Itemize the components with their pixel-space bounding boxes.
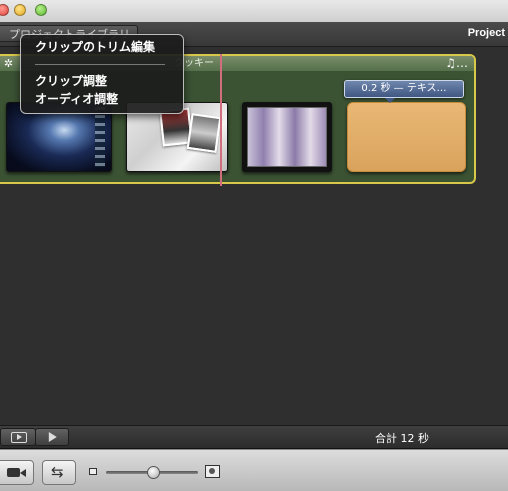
play-button[interactable] xyxy=(35,428,69,446)
gear-icon[interactable]: ✲ xyxy=(2,57,15,70)
playback-bar: 合計 12 秒 xyxy=(0,425,508,448)
import-camera-button[interactable] xyxy=(0,460,34,485)
swap-events-button[interactable]: ⇆ xyxy=(42,460,76,485)
project-title: Project xyxy=(467,27,505,39)
music-note-icon[interactable]: ♫… xyxy=(445,56,468,71)
title-clip[interactable] xyxy=(347,102,466,172)
event-toolbar: ⇆ xyxy=(0,449,508,491)
clip-thumbnail xyxy=(247,107,327,167)
menu-item-clip-adjustments[interactable]: クリップ調整 xyxy=(35,73,107,89)
play-fullscreen-icon xyxy=(11,432,27,443)
playhead[interactable] xyxy=(220,54,222,186)
minimize-window-button[interactable] xyxy=(14,4,26,16)
total-duration: 合計 12 秒 xyxy=(375,432,429,445)
swap-arrows-icon: ⇆ xyxy=(51,463,64,481)
clip-context-menu: クリップのトリム編集 クリップ調整 オーディオ調整 xyxy=(20,34,184,114)
menu-item-audio-adjustments[interactable]: オーディオ調整 xyxy=(35,91,118,107)
video-clip-3[interactable] xyxy=(242,102,332,172)
title-clip-tooltip: 0.2 秒 — テキス… xyxy=(344,80,464,103)
small-thumbnail-icon xyxy=(89,468,97,475)
zoom-window-button[interactable] xyxy=(35,4,47,16)
menu-separator xyxy=(35,64,165,65)
title-bar xyxy=(0,0,508,23)
large-thumbnail-icon xyxy=(205,465,220,478)
menu-item-trim-clip[interactable]: クリップのトリム編集 xyxy=(35,39,155,55)
video-camera-icon xyxy=(7,468,26,477)
clip-photo xyxy=(186,113,222,153)
close-window-button[interactable] xyxy=(0,4,9,16)
play-icon xyxy=(48,432,57,442)
play-fullscreen-button[interactable] xyxy=(0,428,36,446)
zoom-slider-knob[interactable] xyxy=(146,466,160,479)
